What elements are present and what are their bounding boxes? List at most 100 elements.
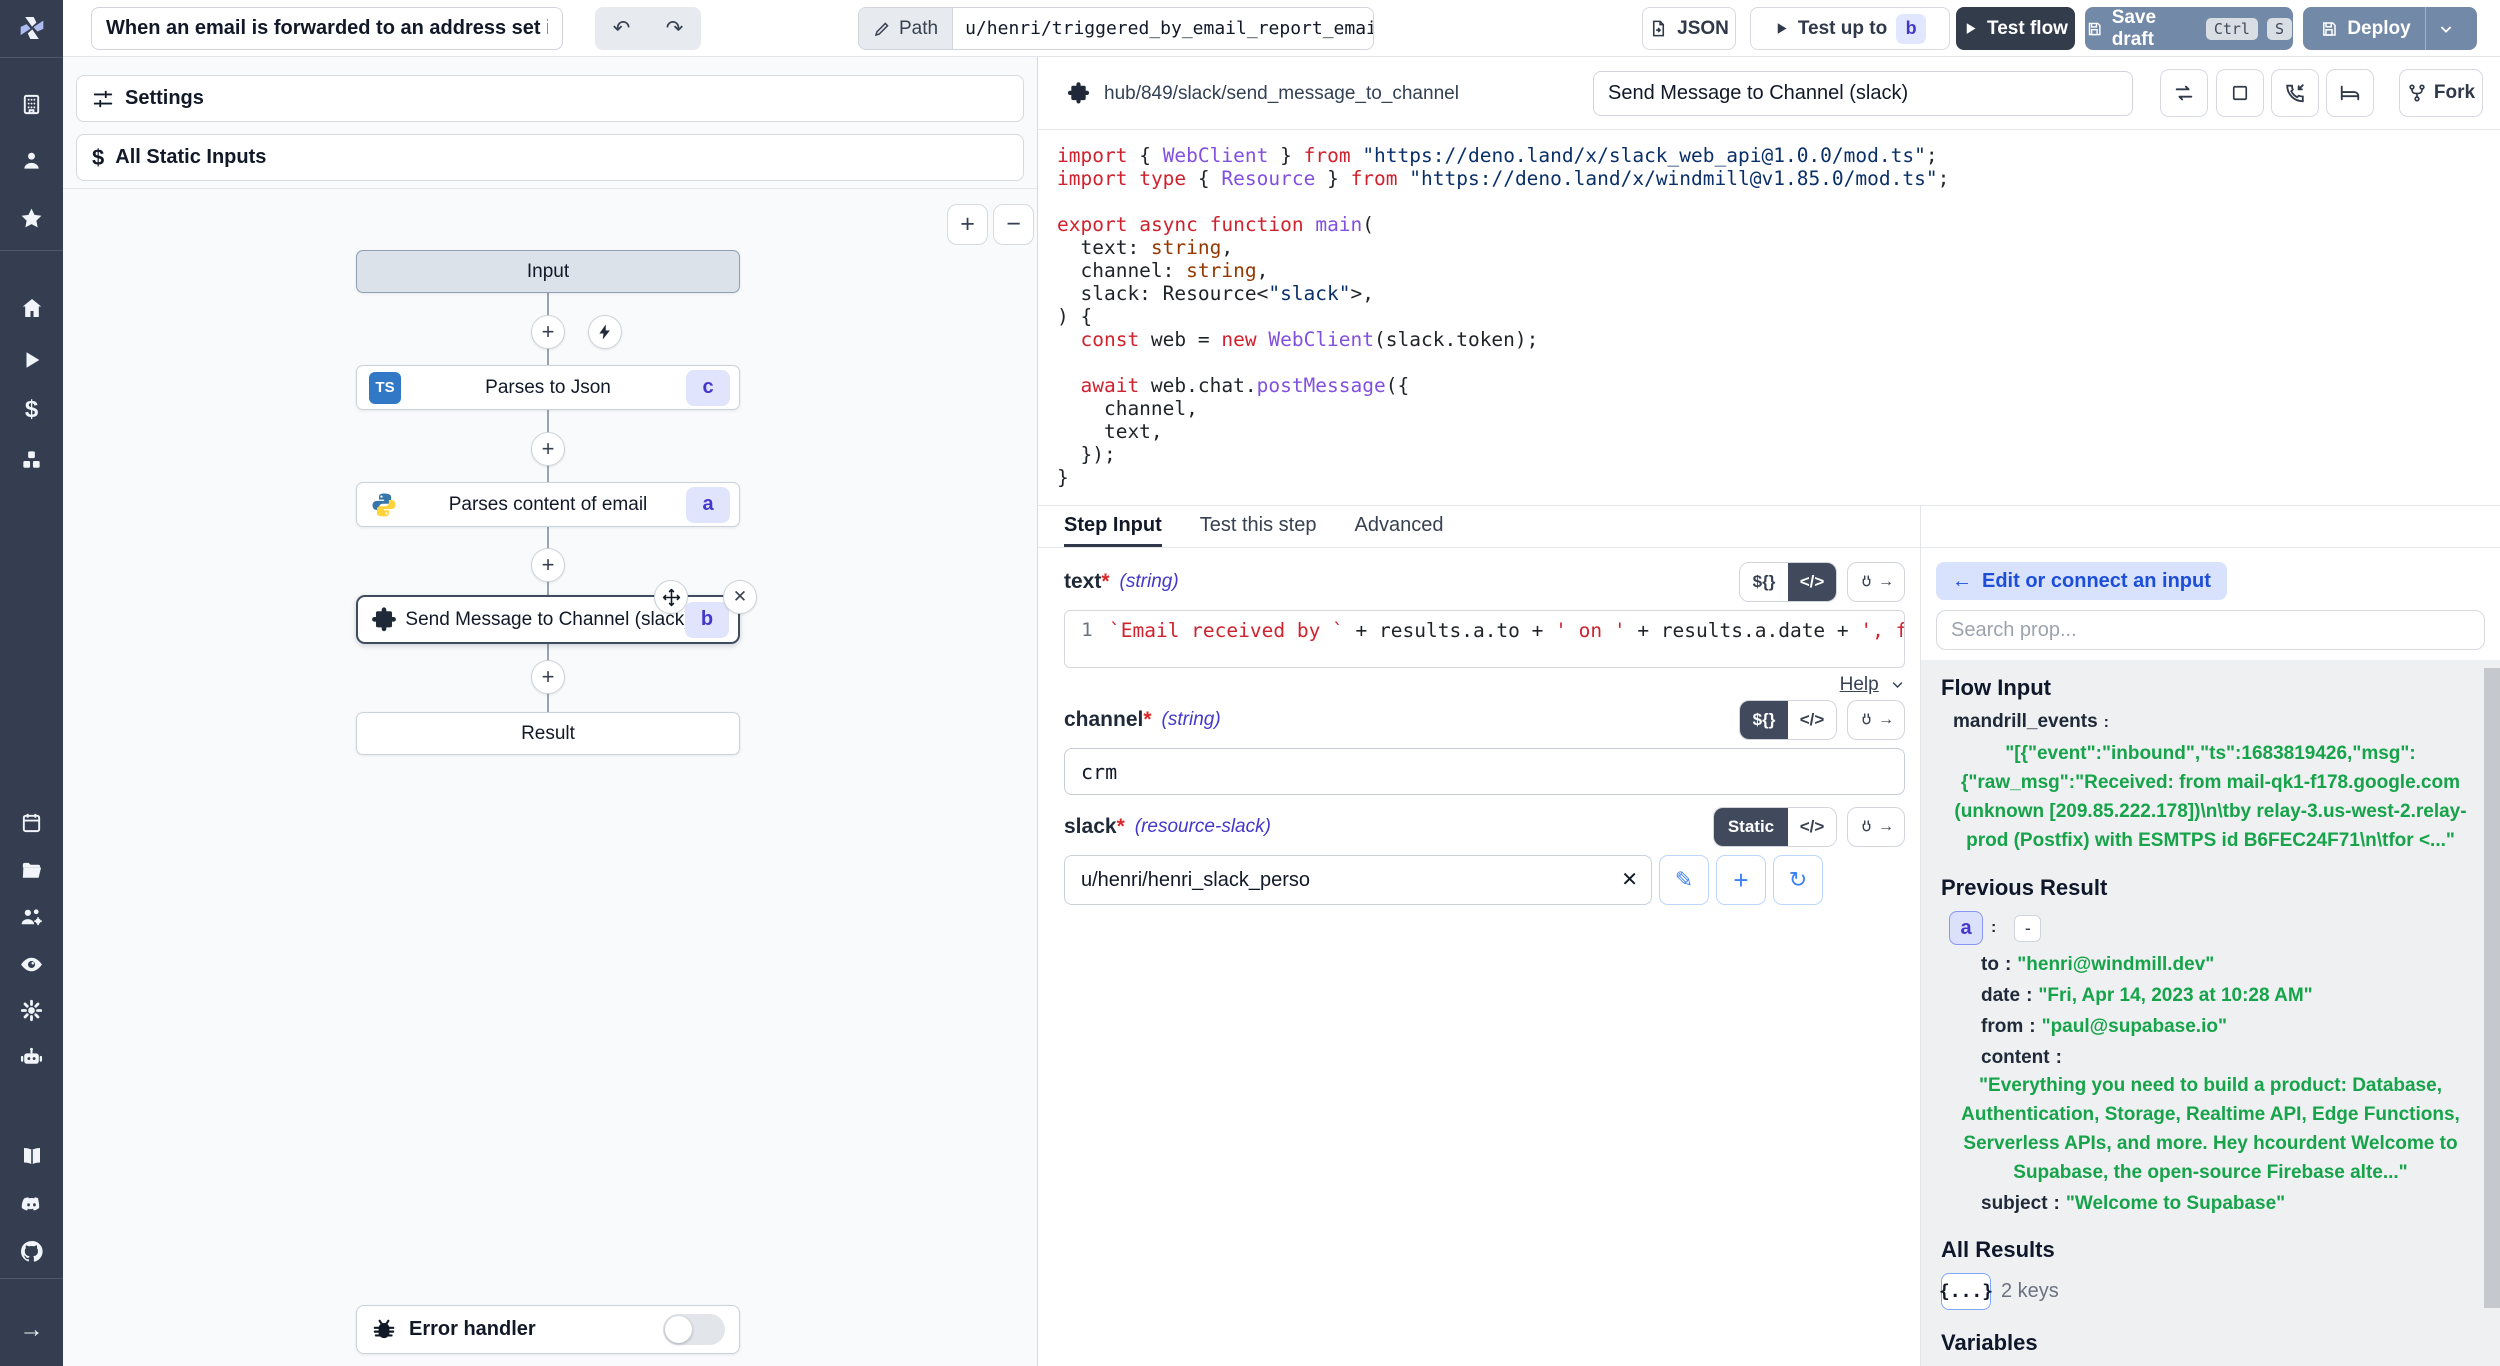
json-button[interactable]: JSON [1642,7,1736,50]
zoom-in-button[interactable]: + [947,204,988,245]
sidebar-collapse-button[interactable]: → [0,1308,63,1352]
eye-icon [19,952,44,977]
hub-path[interactable]: hub/849/slack/send_message_to_channel [1066,57,1459,130]
trigger-bolt-button[interactable] [588,315,622,349]
flow-node-parses-content[interactable]: Parses content of email a [356,482,740,527]
windmill-logo[interactable] [0,6,63,50]
add-step-button-1[interactable]: + [531,315,565,349]
redo-button[interactable]: ↷ [648,7,701,50]
step-title-input[interactable] [1593,71,2133,116]
sidebar-item-workers[interactable] [0,1035,63,1079]
flow-node-parses-to-json[interactable]: TS Parses to Json c [356,365,740,410]
result-row-from[interactable]: from: "paul@supabase.io" [1941,1016,2480,1038]
expression-code: `Email received by ` + results.a.to + ' … [1109,611,1904,667]
refresh-resource-button[interactable]: ↻ [1773,855,1823,905]
plug-icon [1858,574,1875,591]
code-mode-segment[interactable]: </> [1788,808,1836,846]
code-mode-segment[interactable]: </> [1788,563,1836,601]
fork-button[interactable]: Fork [2399,69,2483,117]
result-content-value[interactable]: "Everything you need to build a product:… [1941,1071,2480,1187]
webhook-call-button[interactable] [2271,69,2319,117]
sidebar-item-home[interactable] [0,286,63,330]
sidebar-item-settings[interactable] [0,988,63,1032]
error-handler-node[interactable]: Error handler [356,1305,740,1354]
add-resource-button[interactable]: + [1716,855,1766,905]
connect-input-button[interactable]: → [1847,562,1905,602]
connect-input-button[interactable]: → [1847,807,1905,847]
edit-or-connect-button[interactable]: ← Edit or connect an input [1936,562,2227,600]
props-spacer [1921,506,2500,548]
search-prop-input[interactable] [1936,610,2485,650]
save-draft-button[interactable]: Save draft Ctrl S [2085,7,2293,50]
collapse-button[interactable]: - [2014,915,2041,942]
path-value[interactable]: u/henri/triggered_by_email_report_email [953,8,1373,49]
code-editor[interactable]: import { WebClient } from "https://deno.… [1038,130,2500,505]
sidebar-item-docs[interactable] [0,1134,63,1178]
sidebar-item-github[interactable] [0,1229,63,1273]
sidebar-item-variables[interactable]: $ [0,388,63,432]
all-static-inputs-button[interactable]: $ All Static Inputs [76,134,1024,181]
reload-script-button[interactable] [2160,69,2208,117]
flow-node-result[interactable]: Result [356,712,740,755]
channel-mode-toggle: ${} </> [1739,700,1837,740]
diff-view-button[interactable] [2326,69,2374,117]
delete-node-button[interactable]: ✕ [723,580,757,614]
sidebar-item-runs[interactable] [0,338,63,382]
sidebar-item-groups[interactable] [0,895,63,939]
expand-editor-button[interactable] [2216,69,2264,117]
deploy-button[interactable]: Deploy [2314,18,2424,40]
help-link[interactable]: Help [1840,674,1879,695]
flow-settings-button[interactable]: Settings [76,75,1024,122]
tab-advanced[interactable]: Advanced [1354,506,1443,547]
save-icon [2086,20,2103,38]
mandrill-events-row[interactable]: mandrill_events: [1941,711,2480,733]
result-row-subject[interactable]: subject: "Welcome to Supabase" [1941,1193,2480,1215]
code-mode-segment[interactable]: </> [1788,701,1836,739]
test-flow-button[interactable]: Test flow [1956,7,2075,50]
add-step-button-4[interactable]: + [531,660,565,694]
sidebar-item-favorites[interactable] [0,196,63,240]
channel-value-input[interactable] [1064,748,1905,795]
template-mode-segment[interactable]: ${} [1740,563,1788,601]
prop-key: mandrill_events [1953,711,2098,732]
tab-test-this-step[interactable]: Test this step [1200,506,1317,547]
props-scrollbar[interactable] [2484,668,2500,1308]
result-row-to[interactable]: to: "henri@windmill.dev" [1941,954,2480,976]
edit-resource-button[interactable]: ✎ [1659,855,1709,905]
sidebar-item-discord[interactable] [0,1182,63,1226]
result-row-content-key[interactable]: content: [1941,1047,2480,1069]
move-node-handle[interactable] [654,580,688,614]
mandrill-events-value[interactable]: "[{"event":"inbound","ts":1683819426,"ms… [1941,739,2480,855]
slack-resource-input[interactable] [1064,855,1652,905]
expand-all-results-button[interactable]: {...} [1941,1273,1991,1310]
sidebar-item-resources[interactable] [0,438,63,482]
connect-input-button[interactable]: → [1847,700,1905,740]
toggle-knob [665,1316,692,1343]
edit-or-connect-label: Edit or connect an input [1982,570,2211,593]
flow-node-input[interactable]: Input [356,250,740,293]
flow-node-send-message-selected[interactable]: Send Message to Channel (slack) b ✕ [356,595,740,644]
sidebar-item-user[interactable] [0,138,63,182]
error-handler-toggle[interactable] [663,1314,725,1345]
clear-resource-button[interactable]: ✕ [1621,867,1638,892]
result-row-date[interactable]: date: "Fri, Apr 14, 2023 at 10:28 AM" [1941,985,2480,1007]
tab-step-input[interactable]: Step Input [1064,506,1162,547]
undo-button[interactable]: ↶ [595,7,648,50]
zoom-out-button[interactable]: − [993,204,1034,245]
sidebar-item-workspace[interactable] [0,82,63,126]
add-step-button-2[interactable]: + [531,432,565,466]
template-mode-segment[interactable]: ${} [1740,701,1788,739]
test-up-to-button[interactable]: Test up to b [1750,7,1950,50]
static-mode-segment[interactable]: Static [1714,808,1788,846]
deploy-dropdown-button[interactable] [2426,21,2466,37]
add-step-button-3[interactable]: + [531,548,565,582]
flow-title-input[interactable] [91,7,563,50]
sidebar-item-schedules[interactable] [0,800,63,844]
text-expression-editor[interactable]: 1 `Email received by ` + results.a.to + … [1064,610,1905,668]
sidebar-item-audit-logs[interactable] [0,942,63,986]
close-icon: ✕ [733,587,747,607]
result-a-badge[interactable]: a [1949,911,1983,945]
path-edit-button[interactable]: Path [859,8,953,49]
save-draft-label: Save draft [2112,7,2197,51]
sidebar-item-folders[interactable] [0,848,63,892]
